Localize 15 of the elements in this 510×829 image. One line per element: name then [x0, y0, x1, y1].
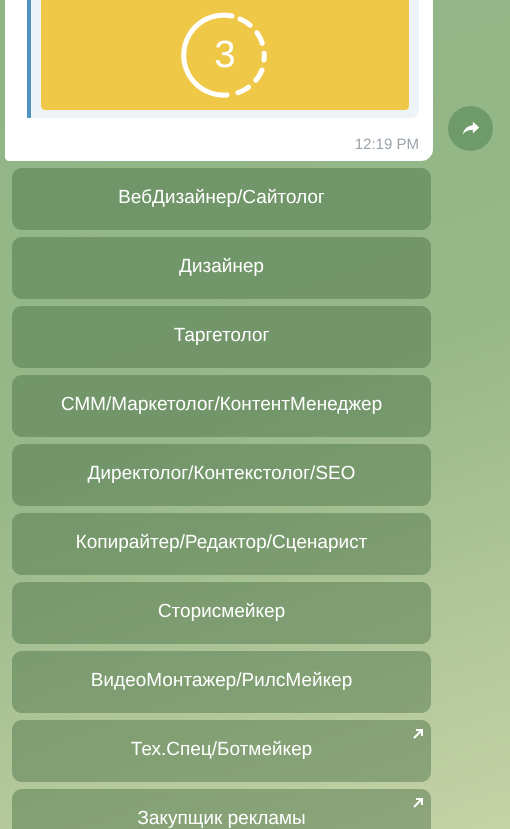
share-button[interactable] — [448, 106, 493, 150]
keyboard-button[interactable]: ВебДизайнер/Сайтолог — [12, 168, 431, 230]
keyboard-button[interactable]: ВидеоМонтажер/РилсМейкер — [12, 650, 431, 712]
keyboard-button[interactable]: СММ/Маркетолог/КонтентМенеджер — [12, 374, 431, 436]
keyboard-button[interactable]: Тех.Спец/Ботмейкер — [12, 720, 431, 782]
keyboard-button[interactable]: Таргетолог — [12, 306, 431, 368]
keyboard-button[interactable]: Копирайтер/Редактор/Сценарист — [12, 512, 431, 574]
arrow-icon — [412, 796, 424, 808]
countdown-number: 3 — [214, 36, 236, 74]
keyboard-button[interactable]: Сторисмейкер — [12, 582, 431, 644]
arrow-icon — [412, 728, 424, 740]
keyboard-button[interactable]: Дизайнер — [12, 236, 431, 298]
keyboard-button[interactable]: Директолог/Контекстолог/SEO — [12, 444, 431, 506]
keyboard-button[interactable]: Закупщик рекламы — [12, 788, 431, 829]
message-time: 12:19 PM — [354, 135, 419, 155]
